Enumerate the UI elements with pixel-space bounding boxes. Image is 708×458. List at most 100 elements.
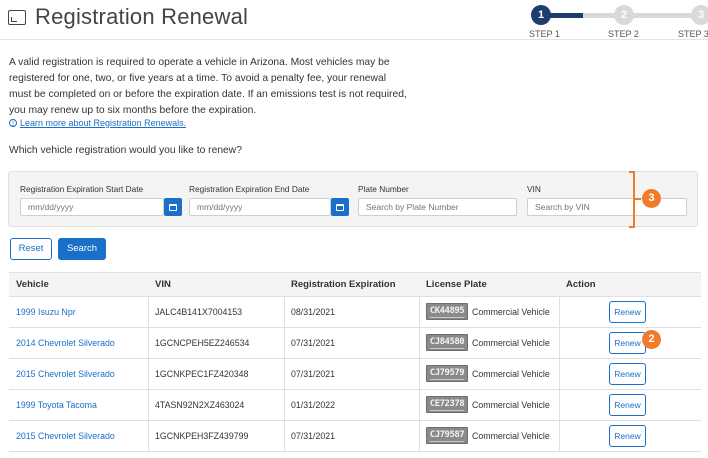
license-plate-image: CK44895 bbox=[426, 303, 468, 320]
column-header-license-plate: License Plate bbox=[426, 279, 487, 290]
column-header-expiration: Registration Expiration bbox=[291, 279, 396, 290]
progress-stepper: 1 2 3 STEP 1 STEP 2 STEP 3 bbox=[528, 5, 708, 39]
vehicle-link[interactable]: 1999 Isuzu Npr bbox=[16, 297, 76, 327]
column-divider bbox=[419, 421, 420, 451]
start-date-input[interactable] bbox=[20, 198, 164, 216]
column-divider bbox=[559, 297, 560, 327]
step-3-indicator: 3 bbox=[691, 5, 708, 25]
column-divider bbox=[148, 421, 149, 451]
column-header-vehicle: Vehicle bbox=[16, 279, 49, 290]
column-divider bbox=[559, 421, 560, 451]
step-3-label: STEP 3 bbox=[678, 29, 708, 39]
table-body: 1999 Isuzu Npr JALC4B141X7004153 08/31/202… bbox=[9, 297, 701, 452]
callout-badge-3: 3 bbox=[642, 189, 661, 208]
plate-type: Commercial Vehicle bbox=[472, 430, 550, 441]
start-date-calendar-button[interactable] bbox=[164, 198, 182, 216]
renew-button[interactable]: Renew bbox=[609, 301, 646, 323]
vehicle-link[interactable]: 1999 Toyota Tacoma bbox=[16, 390, 97, 420]
column-divider bbox=[148, 390, 149, 420]
plate-type: Commercial Vehicle bbox=[472, 399, 550, 410]
expiration-value: 07/31/2021 bbox=[291, 369, 336, 379]
license-plate-image: CJ79587 bbox=[426, 427, 468, 444]
column-divider bbox=[284, 328, 285, 358]
column-divider bbox=[559, 390, 560, 420]
page-header: Registration Renewal 1 2 3 STEP 1 STEP 2… bbox=[0, 0, 708, 40]
column-divider bbox=[284, 359, 285, 389]
start-date-label: Registration Expiration Start Date bbox=[20, 184, 144, 194]
search-button[interactable]: Search bbox=[58, 238, 106, 260]
column-divider bbox=[284, 421, 285, 451]
renew-button[interactable]: Renew bbox=[609, 425, 646, 447]
column-divider bbox=[148, 359, 149, 389]
expiration-value: 07/31/2021 bbox=[291, 338, 336, 348]
column-divider bbox=[419, 297, 420, 327]
column-divider bbox=[419, 390, 420, 420]
end-date-calendar-button[interactable] bbox=[331, 198, 349, 216]
column-header-vin: VIN bbox=[155, 279, 171, 290]
renew-button[interactable]: Renew bbox=[609, 332, 646, 354]
column-divider bbox=[419, 328, 420, 358]
column-divider bbox=[284, 297, 285, 327]
callout-badge-2: 2 bbox=[642, 330, 661, 349]
vin-value: 1GCNCPEH5EZ246534 bbox=[155, 338, 250, 348]
license-plate-cell: CE72378 Commercial Vehicle bbox=[426, 396, 550, 413]
plate-number-input[interactable] bbox=[358, 198, 517, 216]
column-divider bbox=[148, 328, 149, 358]
license-plate-cell: CJ84580 Commercial Vehicle bbox=[426, 334, 550, 351]
filter-panel: Registration Expiration Start Date Regis… bbox=[8, 171, 698, 227]
vin-value: 1GCNKPEC1FZ420348 bbox=[155, 369, 249, 379]
reset-button[interactable]: Reset bbox=[10, 238, 52, 260]
column-header-action: Action bbox=[566, 279, 596, 290]
table-row: 2015 Chevrolet Silverado 1GCNKPEC1FZ42034… bbox=[9, 359, 701, 390]
license-plate-cell: CK44895 Commercial Vehicle bbox=[426, 303, 550, 320]
step-1-indicator: 1 bbox=[531, 5, 551, 25]
callout-bracket-tick bbox=[635, 198, 641, 200]
step-2-indicator: 2 bbox=[614, 5, 634, 25]
step-1-label: STEP 1 bbox=[529, 29, 560, 39]
vehicle-question: Which vehicle registration would you lik… bbox=[9, 145, 242, 156]
vin-value: 4TASN92N2XZ463024 bbox=[155, 400, 245, 410]
calendar-icon bbox=[336, 203, 344, 211]
license-plate-cell: CJ79587 Commercial Vehicle bbox=[426, 427, 550, 444]
column-divider bbox=[559, 359, 560, 389]
license-plate-image: CJ79579 bbox=[426, 365, 468, 382]
column-divider bbox=[284, 390, 285, 420]
renew-button[interactable]: Renew bbox=[609, 363, 646, 385]
intro-text: A valid registration is required to oper… bbox=[9, 57, 407, 116]
table-row: 2015 Chevrolet Silverado 1GCNKPEH3FZ43979… bbox=[9, 421, 701, 452]
table-header: Vehicle VIN Registration Expiration Lice… bbox=[9, 273, 701, 297]
vehicle-link[interactable]: 2015 Chevrolet Silverado bbox=[16, 359, 115, 389]
info-icon: i bbox=[9, 119, 17, 127]
plate-type: Commercial Vehicle bbox=[472, 337, 550, 348]
vin-input[interactable] bbox=[527, 198, 687, 216]
calendar-icon bbox=[169, 203, 177, 211]
expiration-value: 07/31/2021 bbox=[291, 431, 336, 441]
plate-number-label: Plate Number bbox=[358, 184, 409, 194]
expiration-value: 01/31/2022 bbox=[291, 400, 336, 410]
end-date-label: Registration Expiration End Date bbox=[189, 184, 310, 194]
column-divider bbox=[559, 328, 560, 358]
page-title: Registration Renewal bbox=[35, 4, 249, 29]
plate-type: Commercial Vehicle bbox=[472, 306, 550, 317]
renew-button[interactable]: Renew bbox=[609, 394, 646, 416]
vin-value: JALC4B141X7004153 bbox=[155, 307, 243, 317]
table-row: 1999 Isuzu Npr JALC4B141X7004153 08/31/202… bbox=[9, 297, 701, 328]
license-plate-image: CE72378 bbox=[426, 396, 468, 413]
plate-type: Commercial Vehicle bbox=[472, 368, 550, 379]
license-plate-image: CJ84580 bbox=[426, 334, 468, 351]
vehicle-link[interactable]: 2014 Chevrolet Silverado bbox=[16, 328, 115, 358]
table-row: 2014 Chevrolet Silverado 1GCNCPEH5EZ24653… bbox=[9, 328, 701, 359]
vehicle-link[interactable]: 2015 Chevrolet Silverado bbox=[16, 421, 115, 451]
step-2-label: STEP 2 bbox=[608, 29, 639, 39]
vehicle-table: Vehicle VIN Registration Expiration Lice… bbox=[9, 272, 701, 452]
title-wrap: Registration Renewal bbox=[8, 4, 248, 30]
end-date-input[interactable] bbox=[189, 198, 331, 216]
learn-more-link[interactable]: i Learn more about Registration Renewals… bbox=[9, 118, 186, 128]
column-divider bbox=[148, 297, 149, 327]
window-icon bbox=[8, 9, 26, 25]
learn-more-label: Learn more about Registration Renewals. bbox=[20, 118, 187, 128]
license-plate-cell: CJ79579 Commercial Vehicle bbox=[426, 365, 550, 382]
table-row: 1999 Toyota Tacoma 4TASN92N2XZ463024 01/31… bbox=[9, 390, 701, 421]
step-connector-2 bbox=[628, 13, 698, 18]
column-divider bbox=[419, 359, 420, 389]
